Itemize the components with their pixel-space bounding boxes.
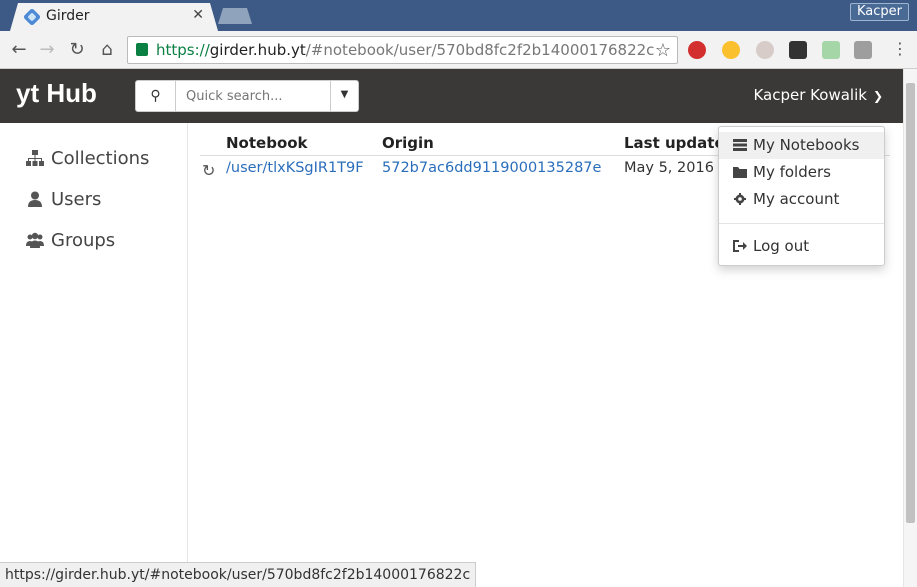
search-icon[interactable]: ⚲ [136, 81, 176, 111]
bookmark-star-icon[interactable]: ☆ [655, 40, 671, 61]
hand-icon[interactable] [756, 41, 774, 59]
menu-divider [719, 223, 884, 224]
column-header-notebook: Notebook [226, 134, 308, 152]
url-scheme: https:// [156, 41, 210, 59]
back-icon[interactable]: ← [8, 39, 30, 60]
profile-button[interactable]: Kacper [849, 3, 909, 21]
chevron-down-icon[interactable]: ▼ [330, 81, 358, 111]
notebook-link[interactable]: /user/tlxKSgIR1T9F [226, 160, 364, 176]
menu-icon[interactable]: ⋮ [889, 39, 911, 58]
logout-icon [733, 240, 747, 252]
menu-item-label: My account [753, 190, 840, 208]
search-input[interactable] [176, 81, 331, 111]
url-path: /#notebook/user/570bd8fc2f2b14000176822c [305, 41, 655, 59]
new-tab-button[interactable] [218, 8, 252, 24]
menu-item-my-account[interactable]: My account [719, 186, 884, 213]
menu-item-label: My Notebooks [753, 136, 860, 154]
adblock-icon[interactable] [688, 41, 706, 59]
sidebar-item-label: Collections [51, 148, 150, 169]
url-host: girder.hub.yt [209, 41, 306, 59]
search-box: ⚲ ▼ [135, 80, 359, 112]
cast-icon[interactable] [854, 41, 872, 59]
page-icon[interactable] [822, 41, 840, 59]
menu-item-label: My folders [753, 163, 831, 181]
folder-icon [733, 167, 747, 178]
origin-link[interactable]: 572b7ac6dd9119000135287e [382, 160, 601, 176]
tab-title: Girder [46, 8, 90, 24]
user-icon [28, 191, 42, 207]
lock-icon [136, 43, 148, 56]
refresh-icon[interactable]: ↻ [202, 161, 215, 180]
chevron-down-icon: ❯ [872, 89, 883, 103]
status-bar-url: https://girder.hub.yt/#notebook/user/570… [0, 562, 477, 587]
browser-tab-strip: Girder ✕ Kacper [0, 0, 917, 31]
tab-icon[interactable] [789, 41, 807, 59]
sidebar: Collections Users Groups [0, 123, 188, 563]
forward-icon[interactable]: → [36, 39, 58, 60]
sidebar-item-groups[interactable]: Groups [26, 230, 115, 251]
home-icon[interactable]: ⌂ [96, 39, 118, 60]
user-dropdown-menu: My Notebooks My folders My account Log o… [718, 126, 885, 266]
tab-close-icon[interactable]: ✕ [192, 7, 204, 23]
girder-favicon-icon [22, 7, 42, 27]
notebook-icon [733, 139, 747, 151]
user-menu-toggle[interactable]: Kacper Kowalik ❯ [753, 86, 883, 104]
menu-item-my-notebooks[interactable]: My Notebooks [719, 132, 884, 159]
gear-icon [734, 193, 746, 205]
page-scrollbar[interactable] [903, 69, 917, 587]
users-icon [26, 232, 44, 248]
sidebar-item-users[interactable]: Users [26, 189, 101, 210]
column-header-origin: Origin [382, 134, 434, 152]
url-text[interactable]: https://girder.hub.yt/#notebook/user/570… [156, 41, 654, 59]
scrollbar-thumb[interactable] [906, 83, 915, 523]
media-icon[interactable] [722, 41, 740, 59]
brand-title[interactable]: yt Hub [16, 78, 97, 109]
sitemap-icon [26, 150, 44, 166]
menu-item-label: Log out [753, 237, 810, 255]
menu-item-my-folders[interactable]: My folders [719, 159, 884, 186]
address-bar[interactable]: https://girder.hub.yt/#notebook/user/570… [127, 36, 678, 64]
browser-toolbar: ← → ↻ ⌂ https://girder.hub.yt/#notebook/… [0, 31, 917, 69]
user-name: Kacper Kowalik [753, 86, 867, 104]
reload-icon[interactable]: ↻ [66, 39, 88, 60]
sidebar-item-label: Users [51, 189, 102, 210]
menu-item-log-out[interactable]: Log out [719, 233, 884, 260]
app-header: yt Hub ⚲ ▼ Kacper Kowalik ❯ [0, 69, 903, 123]
last-update-value: May 5, 2016 at [624, 160, 734, 176]
sidebar-item-collections[interactable]: Collections [26, 148, 149, 169]
browser-tab[interactable]: Girder ✕ [10, 3, 218, 31]
column-header-last-update: Last update [624, 134, 725, 152]
sidebar-item-label: Groups [51, 230, 116, 251]
